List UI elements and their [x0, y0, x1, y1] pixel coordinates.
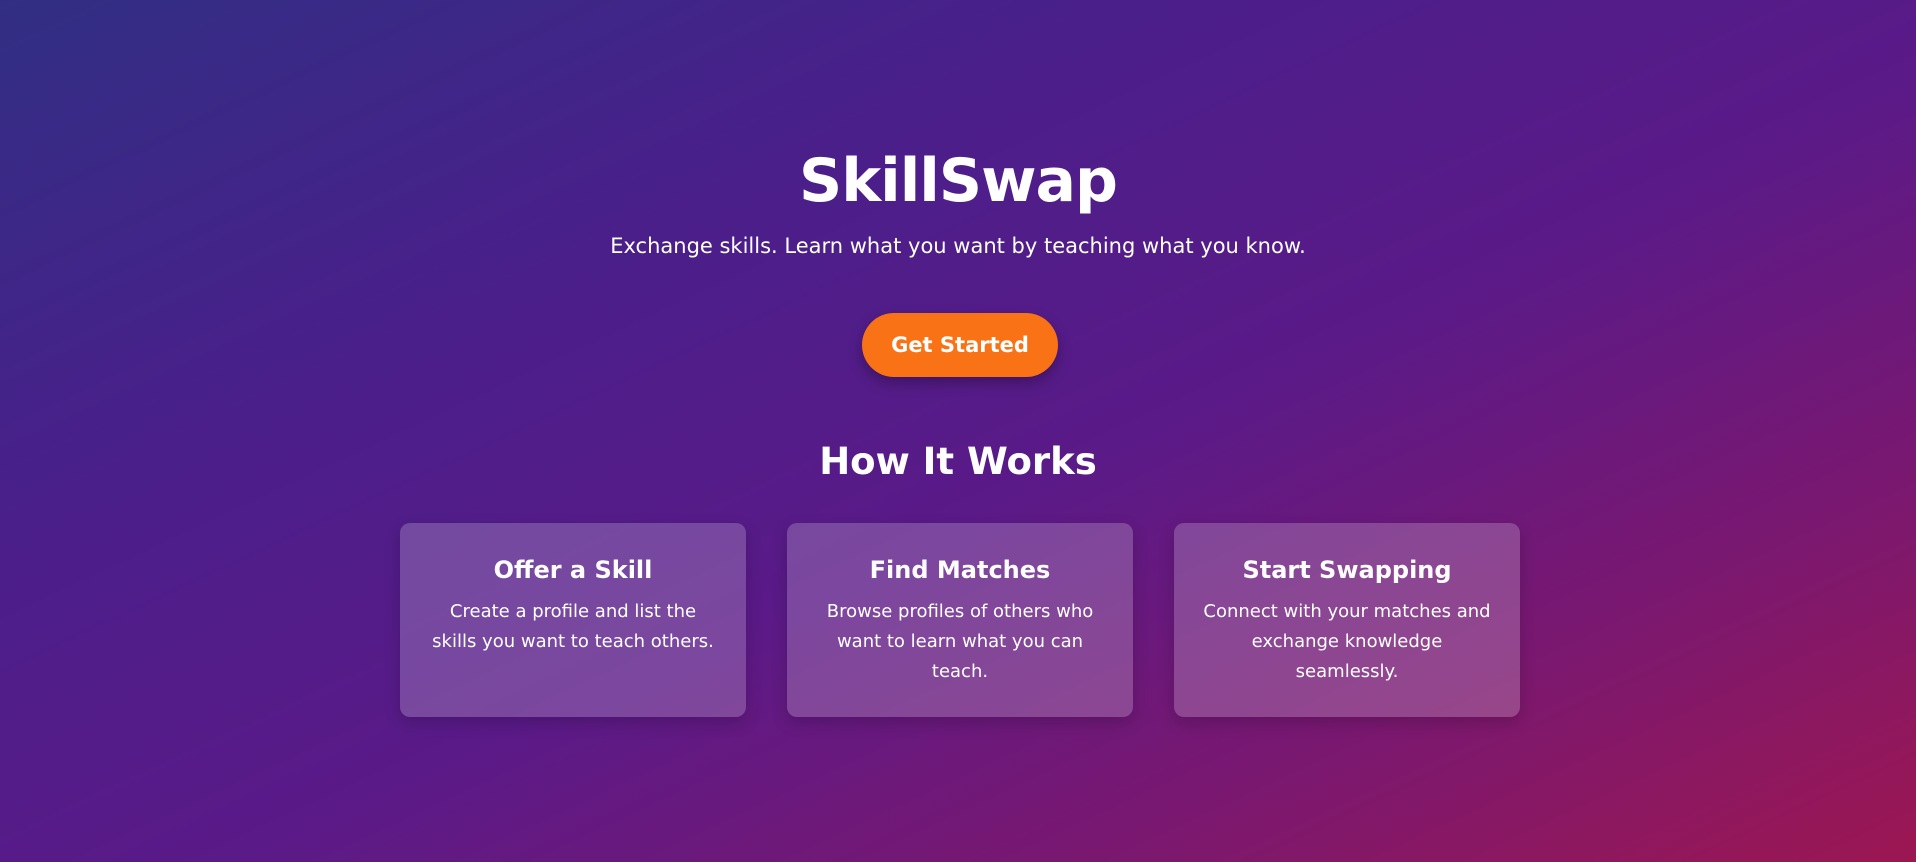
card-title: Offer a Skill	[493, 556, 653, 584]
hero-subtitle: Exchange skills. Learn what you want by …	[610, 234, 1306, 258]
feature-cards: Offer a Skill Create a profile and list …	[400, 523, 1520, 717]
card-description: Create a profile and list the skills you…	[432, 601, 714, 652]
card-title: Find Matches	[869, 556, 1051, 584]
card-start-swapping: Start Swapping Connect with your matches…	[1174, 523, 1520, 717]
page-title: SkillSwap	[799, 146, 1118, 216]
card-offer-a-skill: Offer a Skill Create a profile and list …	[400, 523, 746, 717]
card-description: Browse profiles of others who want to le…	[826, 601, 1094, 682]
get-started-button[interactable]: Get Started	[862, 313, 1058, 377]
card-find-matches: Find Matches Browse profiles of others w…	[787, 523, 1133, 717]
how-it-works-title: How It Works	[819, 440, 1097, 483]
card-title: Start Swapping	[1242, 556, 1452, 584]
card-description: Connect with your matches and exchange k…	[1203, 601, 1491, 682]
